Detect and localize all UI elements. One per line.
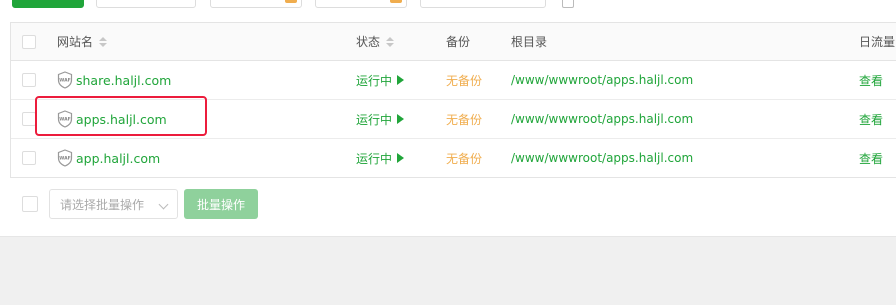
col-header-backup: 备份 — [446, 23, 470, 60]
play-icon — [397, 153, 405, 163]
row-checkbox[interactable] — [22, 73, 36, 87]
site-name-cell: WAF share.haljl.com — [57, 61, 171, 99]
col-header-status-label: 状态 — [356, 35, 381, 49]
site-name-cell: WAF apps.haljl.com — [57, 100, 167, 138]
col-header-traffic-label: 日流量 — [859, 35, 896, 49]
waf-label: WAF — [59, 156, 71, 162]
table-header: 网站名 状态 备份 根目录 日流量 — [11, 23, 896, 61]
batch-operation-button[interactable]: 批量操作 — [184, 189, 258, 219]
waf-label: WAF — [59, 117, 71, 123]
col-header-name-label: 网站名 — [57, 35, 94, 49]
waf-shield-icon: WAF — [57, 71, 73, 89]
batch-operation-select[interactable]: 请选择批量操作 — [49, 189, 178, 219]
backup-link[interactable]: 无备份 — [446, 72, 482, 89]
toolbar-checkbox-label — [578, 0, 628, 4]
site-list-panel: 网站名 状态 备份 根目录 日流量 WAF share.haljl.com 运行… — [0, 0, 896, 237]
table-row: WAF apps.haljl.com 运行中 无备份 /www/wwwroot/… — [11, 100, 896, 139]
site-name-link[interactable]: app.haljl.com — [76, 151, 160, 166]
col-header-status[interactable]: 状态 — [356, 23, 395, 60]
toolbar-badge — [285, 0, 297, 3]
status-toggle[interactable]: 运行中 — [356, 72, 405, 89]
sort-icon[interactable] — [99, 36, 108, 47]
site-table: 网站名 状态 备份 根目录 日流量 WAF share.haljl.com 运行… — [10, 22, 896, 178]
status-label: 运行中 — [356, 151, 393, 166]
toolbar-button-4[interactable] — [315, 0, 407, 8]
traffic-view-link[interactable]: 查看 — [859, 72, 883, 89]
status-label: 运行中 — [356, 112, 393, 127]
row-checkbox[interactable] — [22, 112, 36, 126]
traffic-view-link[interactable]: 查看 — [859, 111, 883, 128]
batch-select-all-checkbox[interactable] — [22, 196, 38, 212]
col-header-backup-label: 备份 — [446, 35, 471, 49]
status-toggle[interactable]: 运行中 — [356, 150, 405, 167]
root-path-link[interactable]: /www/wwwroot/apps.haljl.com — [511, 73, 693, 87]
play-icon — [397, 75, 405, 85]
col-header-name[interactable]: 网站名 — [57, 23, 108, 60]
table-row: WAF app.haljl.com 运行中 无备份 /www/wwwroot/a… — [11, 139, 896, 177]
waf-label: WAF — [59, 78, 71, 84]
top-toolbar — [0, 0, 896, 10]
toolbar-button-2[interactable] — [96, 0, 196, 8]
waf-shield-icon: WAF — [57, 149, 73, 167]
site-name-link[interactable]: share.haljl.com — [76, 73, 171, 88]
add-site-button[interactable] — [12, 0, 84, 8]
site-name-link[interactable]: apps.haljl.com — [76, 112, 167, 127]
traffic-view-link[interactable]: 查看 — [859, 150, 883, 167]
site-name-cell: WAF app.haljl.com — [57, 139, 160, 177]
select-all-checkbox[interactable] — [22, 34, 36, 49]
backup-link[interactable]: 无备份 — [446, 150, 482, 167]
backup-link[interactable]: 无备份 — [446, 111, 482, 128]
root-path-link[interactable]: /www/wwwroot/apps.haljl.com — [511, 151, 693, 165]
toolbar-checkbox[interactable] — [562, 0, 574, 8]
toolbar-button-5[interactable] — [420, 0, 546, 8]
play-icon — [397, 114, 405, 124]
col-header-root: 根目录 — [511, 23, 547, 60]
col-header-traffic: 日流量 — [859, 23, 895, 60]
toolbar-button-3[interactable] — [210, 0, 302, 8]
select-all-cell — [22, 23, 36, 60]
waf-shield-icon: WAF — [57, 110, 73, 128]
chevron-down-icon — [158, 199, 169, 210]
sort-icon[interactable] — [386, 36, 395, 47]
row-checkbox[interactable] — [22, 151, 36, 165]
table-row: WAF share.haljl.com 运行中 无备份 /www/wwwroot… — [11, 61, 896, 100]
toolbar-badge — [390, 0, 402, 3]
batch-select-placeholder: 请选择批量操作 — [60, 197, 145, 212]
col-header-root-label: 根目录 — [511, 35, 548, 49]
status-toggle[interactable]: 运行中 — [356, 111, 405, 128]
status-label: 运行中 — [356, 73, 393, 88]
root-path-link[interactable]: /www/wwwroot/apps.haljl.com — [511, 112, 693, 126]
